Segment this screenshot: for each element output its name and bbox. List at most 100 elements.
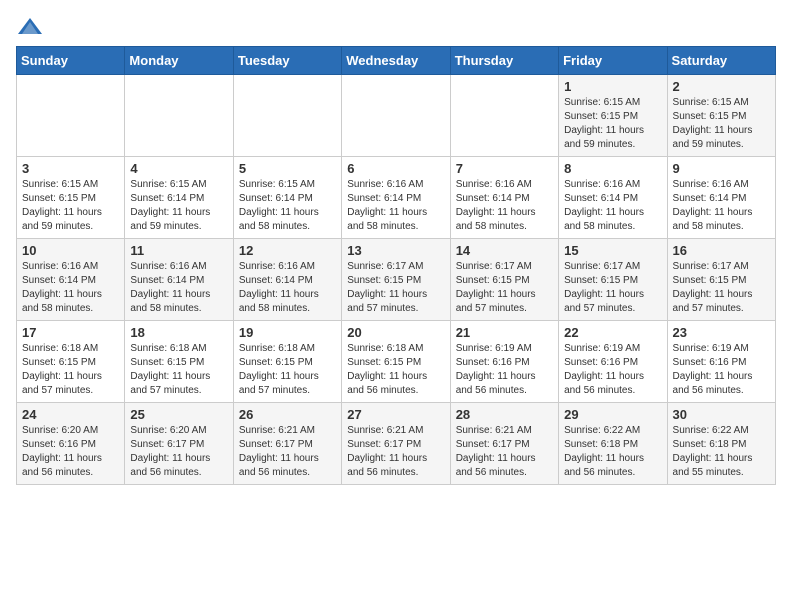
day-number: 1 [564,79,661,94]
calendar-cell [233,75,341,157]
calendar-week-4: 17 Sunrise: 6:18 AM Sunset: 6:15 PM Dayli… [17,321,776,403]
cell-info: Sunrise: 6:15 AM Sunset: 6:15 PM Dayligh… [673,96,770,152]
calendar-week-3: 10 Sunrise: 6:16 AM Sunset: 6:14 PM Dayli… [17,239,776,321]
calendar-cell: 2 Sunrise: 6:15 AM Sunset: 6:15 PM Daylig… [667,75,775,157]
weekday-header-sunday: Sunday [17,47,125,75]
calendar-cell: 14Sunrise: 6:17 AM Sunset: 6:15 PM Dayli… [450,239,558,321]
day-number: 4 [130,161,227,176]
cell-info: Sunrise: 6:16 AM Sunset: 6:14 PM Dayligh… [239,260,336,316]
calendar-cell: 8 Sunrise: 6:16 AM Sunset: 6:14 PM Daylig… [559,157,667,239]
weekday-header-thursday: Thursday [450,47,558,75]
calendar-cell: 19 Sunrise: 6:18 AM Sunset: 6:15 PM Dayli… [233,321,341,403]
cell-info: Sunrise: 6:16 AM Sunset: 6:14 PM Dayligh… [130,260,227,316]
calendar-cell: 30 Sunrise: 6:22 AM Sunset: 6:18 PM Dayli… [667,403,775,485]
day-number: 9 [673,161,770,176]
cell-info: Sunrise: 6:21 AM Sunset: 6:17 PM Dayligh… [347,424,444,480]
cell-info: Sunrise: 6:16 AM Sunset: 6:14 PM Dayligh… [673,178,770,234]
weekday-header-saturday: Saturday [667,47,775,75]
calendar-cell [17,75,125,157]
cell-info: Sunrise: 6:16 AM Sunset: 6:14 PM Dayligh… [564,178,661,234]
calendar-week-1: 1 Sunrise: 6:15 AM Sunset: 6:15 PM Daylig… [17,75,776,157]
calendar-cell: 12 Sunrise: 6:16 AM Sunset: 6:14 PM Dayli… [233,239,341,321]
cell-info: Sunrise: 6:18 AM Sunset: 6:15 PM Dayligh… [347,342,444,398]
cell-info: Sunrise: 6:18 AM Sunset: 6:15 PM Dayligh… [130,342,227,398]
cell-info: Sunrise: 6:19 AM Sunset: 6:16 PM Dayligh… [673,342,770,398]
day-number: 6 [347,161,444,176]
day-number: 7 [456,161,553,176]
cell-info: Sunrise: 6:20 AM Sunset: 6:16 PM Dayligh… [22,424,119,480]
calendar-cell: 27 Sunrise: 6:21 AM Sunset: 6:17 PM Dayli… [342,403,450,485]
calendar-cell: 22 Sunrise: 6:19 AM Sunset: 6:16 PM Dayli… [559,321,667,403]
day-number: 22 [564,325,661,340]
weekday-header-monday: Monday [125,47,233,75]
calendar-week-5: 24 Sunrise: 6:20 AM Sunset: 6:16 PM Dayli… [17,403,776,485]
calendar-cell: 15 Sunrise: 6:17 AM Sunset: 6:15 PM Dayli… [559,239,667,321]
day-number: 20 [347,325,444,340]
day-number: 10 [22,243,119,258]
calendar-cell [125,75,233,157]
cell-info: Sunrise: 6:15 AM Sunset: 6:14 PM Dayligh… [130,178,227,234]
cell-info: Sunrise: 6:18 AM Sunset: 6:15 PM Dayligh… [239,342,336,398]
day-number: 13 [347,243,444,258]
calendar-cell: 24 Sunrise: 6:20 AM Sunset: 6:16 PM Dayli… [17,403,125,485]
calendar-cell: 20 Sunrise: 6:18 AM Sunset: 6:15 PM Dayli… [342,321,450,403]
day-number: 21 [456,325,553,340]
day-number: 29 [564,407,661,422]
day-number: 28 [456,407,553,422]
cell-info: Sunrise: 6:20 AM Sunset: 6:17 PM Dayligh… [130,424,227,480]
calendar-cell: 11 Sunrise: 6:16 AM Sunset: 6:14 PM Dayli… [125,239,233,321]
day-number: 11 [130,243,227,258]
calendar-cell: 4 Sunrise: 6:15 AM Sunset: 6:14 PM Daylig… [125,157,233,239]
day-number: 16 [673,243,770,258]
day-number: 26 [239,407,336,422]
calendar-header: SundayMondayTuesdayWednesdayThursdayFrid… [17,47,776,75]
day-number: 30 [673,407,770,422]
day-number: 24 [22,407,119,422]
day-number: 25 [130,407,227,422]
day-number: 17 [22,325,119,340]
calendar-cell: 18Sunrise: 6:18 AM Sunset: 6:15 PM Dayli… [125,321,233,403]
weekday-header-wednesday: Wednesday [342,47,450,75]
weekday-header-tuesday: Tuesday [233,47,341,75]
cell-info: Sunrise: 6:22 AM Sunset: 6:18 PM Dayligh… [564,424,661,480]
calendar-cell: 16 Sunrise: 6:17 AM Sunset: 6:15 PM Dayli… [667,239,775,321]
cell-info: Sunrise: 6:17 AM Sunset: 6:15 PM Dayligh… [347,260,444,316]
day-number: 2 [673,79,770,94]
calendar-cell: 26 Sunrise: 6:21 AM Sunset: 6:17 PM Dayli… [233,403,341,485]
cell-info: Sunrise: 6:16 AM Sunset: 6:14 PM Dayligh… [22,260,119,316]
logo-icon [16,16,44,38]
weekday-header-friday: Friday [559,47,667,75]
day-number: 23 [673,325,770,340]
cell-info: Sunrise: 6:21 AM Sunset: 6:17 PM Dayligh… [456,424,553,480]
cell-info: Sunrise: 6:16 AM Sunset: 6:14 PM Dayligh… [456,178,553,234]
cell-info: Sunrise: 6:22 AM Sunset: 6:18 PM Dayligh… [673,424,770,480]
cell-info: Sunrise: 6:17 AM Sunset: 6:15 PM Dayligh… [673,260,770,316]
calendar-cell: 17 Sunrise: 6:18 AM Sunset: 6:15 PM Dayli… [17,321,125,403]
day-number: 8 [564,161,661,176]
day-number: 12 [239,243,336,258]
calendar-cell: 23 Sunrise: 6:19 AM Sunset: 6:16 PM Dayli… [667,321,775,403]
cell-info: Sunrise: 6:15 AM Sunset: 6:14 PM Dayligh… [239,178,336,234]
cell-info: Sunrise: 6:19 AM Sunset: 6:16 PM Dayligh… [456,342,553,398]
calendar-cell [342,75,450,157]
cell-info: Sunrise: 6:21 AM Sunset: 6:17 PM Dayligh… [239,424,336,480]
day-number: 3 [22,161,119,176]
cell-info: Sunrise: 6:18 AM Sunset: 6:15 PM Dayligh… [22,342,119,398]
day-number: 15 [564,243,661,258]
calendar-cell: 13 Sunrise: 6:17 AM Sunset: 6:15 PM Dayli… [342,239,450,321]
day-number: 27 [347,407,444,422]
header [16,16,776,38]
cell-info: Sunrise: 6:16 AM Sunset: 6:14 PM Dayligh… [347,178,444,234]
cell-info: Sunrise: 6:19 AM Sunset: 6:16 PM Dayligh… [564,342,661,398]
cell-info: Sunrise: 6:15 AM Sunset: 6:15 PM Dayligh… [564,96,661,152]
calendar-cell: 28 Sunrise: 6:21 AM Sunset: 6:17 PM Dayli… [450,403,558,485]
cell-info: Sunrise: 6:17 AM Sunset: 6:15 PM Dayligh… [456,260,553,316]
calendar-cell: 10 Sunrise: 6:16 AM Sunset: 6:14 PM Dayli… [17,239,125,321]
calendar-cell: 7 Sunrise: 6:16 AM Sunset: 6:14 PM Daylig… [450,157,558,239]
calendar-cell: 9 Sunrise: 6:16 AM Sunset: 6:14 PM Daylig… [667,157,775,239]
cell-info: Sunrise: 6:15 AM Sunset: 6:15 PM Dayligh… [22,178,119,234]
calendar-cell: 1 Sunrise: 6:15 AM Sunset: 6:15 PM Daylig… [559,75,667,157]
cell-info: Sunrise: 6:17 AM Sunset: 6:15 PM Dayligh… [564,260,661,316]
calendar-cell: 6 Sunrise: 6:16 AM Sunset: 6:14 PM Daylig… [342,157,450,239]
day-number: 19 [239,325,336,340]
